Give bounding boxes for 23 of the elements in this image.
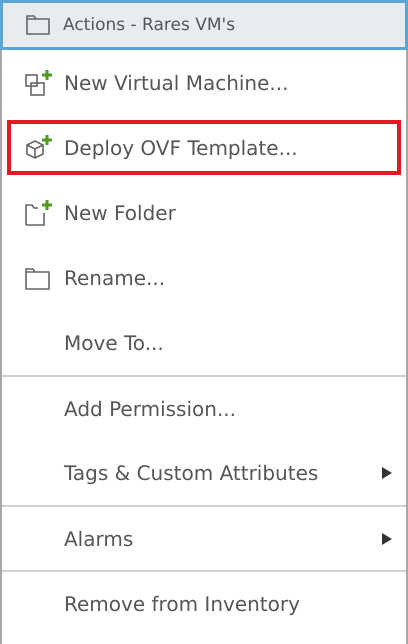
menu-item-label: Deploy OVF Template... bbox=[64, 136, 299, 160]
menu-title: Actions - Rares VM's bbox=[63, 15, 236, 35]
menu-item[interactable]: Move To... bbox=[2, 310, 406, 375]
menu-item[interactable]: Deploy OVF Template... bbox=[2, 115, 406, 180]
folder-add-icon bbox=[24, 198, 54, 226]
menu-item[interactable]: Remove from Inventory bbox=[2, 570, 406, 635]
menu-item-label: Remove from Inventory bbox=[64, 592, 301, 616]
menu-item-label: Alarms bbox=[64, 526, 134, 550]
menu-item[interactable]: Tags & Custom Attributes bbox=[2, 440, 406, 505]
menu-item-label: Tags & Custom Attributes bbox=[64, 460, 320, 484]
menu-item-label: New Folder bbox=[64, 200, 177, 224]
menu-item[interactable]: Rename... bbox=[2, 245, 406, 310]
virtual-machine-add-icon bbox=[24, 68, 54, 96]
menu-item-label: New Virtual Machine... bbox=[64, 70, 290, 94]
menu-item[interactable]: Add Permission... bbox=[2, 375, 406, 440]
menu-item[interactable]: Alarms bbox=[2, 505, 406, 570]
menu-item-label: Rename... bbox=[64, 266, 166, 290]
cube-add-icon bbox=[24, 134, 54, 162]
menu-item[interactable]: New Virtual Machine... bbox=[2, 50, 406, 115]
menu-item[interactable]: New Folder bbox=[2, 180, 406, 245]
folder-icon bbox=[25, 14, 51, 36]
menu-item-label: Add Permission... bbox=[64, 396, 238, 420]
menu-item-label: Move To... bbox=[64, 330, 165, 354]
